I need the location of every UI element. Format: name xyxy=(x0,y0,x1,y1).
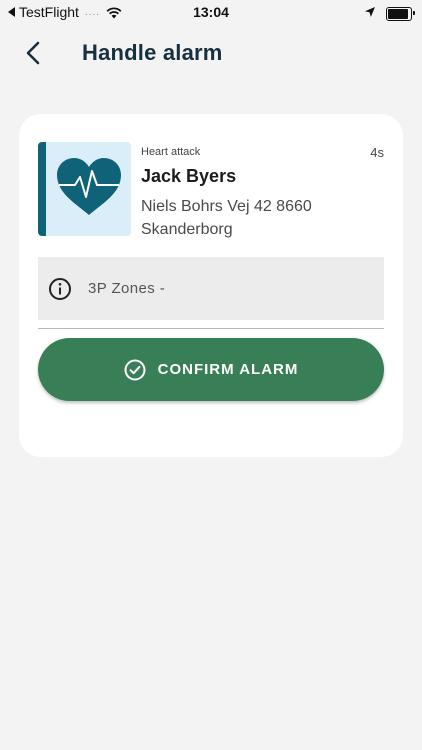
divider xyxy=(38,328,384,329)
battery-level xyxy=(388,9,408,19)
zones-info-box: 3P Zones - xyxy=(38,257,384,320)
chevron-left-icon xyxy=(25,41,41,70)
location-arrow-icon xyxy=(364,5,376,23)
alarm-elapsed-time: 4s xyxy=(370,145,384,160)
zones-label: 3P Zones - xyxy=(88,280,166,297)
status-bar: TestFlight .... 13:04 xyxy=(0,0,422,26)
app-header: Handle alarm xyxy=(0,28,422,82)
alarm-person-name: Jack Byers xyxy=(141,166,237,186)
alarm-type: Heart attack xyxy=(141,146,201,158)
confirm-alarm-label: CONFIRM ALARM xyxy=(157,361,299,378)
alarm-address: Niels Bohrs Vej 42 8660 Skanderborg xyxy=(141,198,312,238)
back-button[interactable] xyxy=(18,40,48,70)
alarm-thumbnail xyxy=(38,142,131,236)
check-circle-icon xyxy=(124,359,146,381)
battery-icon xyxy=(386,7,415,21)
page-title: Handle alarm xyxy=(82,40,223,65)
alarm-card: Heart attack 4s Jack Byers Niels Bohrs V… xyxy=(19,114,403,457)
heart-pulse-icon xyxy=(55,157,123,222)
alarm-summary: Heart attack 4s Jack Byers Niels Bohrs V… xyxy=(38,142,384,238)
status-right xyxy=(364,5,415,23)
info-icon xyxy=(48,277,72,301)
confirm-alarm-button[interactable]: CONFIRM ALARM xyxy=(38,338,384,401)
status-time: 13:04 xyxy=(193,4,229,20)
